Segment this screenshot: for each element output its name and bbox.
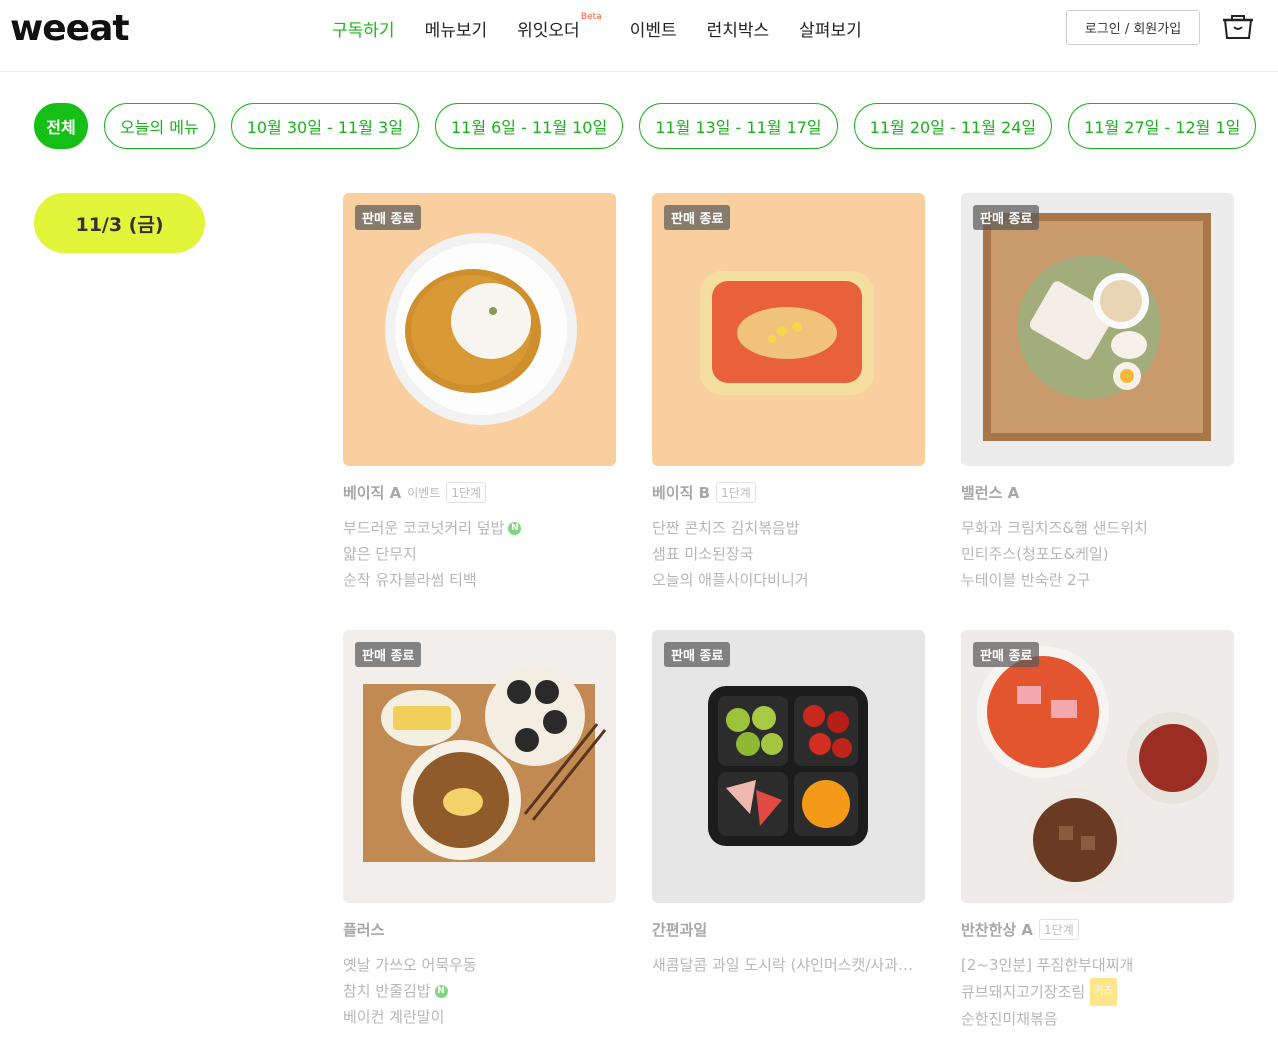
card-tag-level: 1단계 bbox=[1039, 918, 1079, 940]
menu-item: 새콤달콤 과일 도시락 (샤인머스캣/사과… bbox=[652, 956, 914, 974]
sandwich-tray-illustration bbox=[983, 213, 1211, 441]
menu-card[interactable]: 판매 종료 반찬한상 A 1단계 [2~3인분] 푸짐한부대찌개 큐브돼지고기장… bbox=[961, 630, 1234, 1032]
sold-out-badge: 판매 종료 bbox=[664, 205, 731, 230]
beta-badge: Beta bbox=[580, 12, 602, 22]
card-category: 간편과일 bbox=[652, 920, 708, 939]
kids-badge: 키즈 bbox=[1090, 978, 1117, 1006]
menu-item: 누테이블 반숙란 2구 bbox=[961, 571, 1091, 589]
card-category: 플러스 bbox=[343, 920, 385, 939]
filter-week[interactable]: 11월 6일 - 11월 10일 bbox=[434, 103, 624, 149]
menu-item: 부드러운 코코넛커리 덮밥 N bbox=[343, 515, 616, 541]
menu-item: 오늘의 애플사이다비니거 bbox=[652, 571, 809, 589]
filter-week[interactable]: 10월 30일 - 11월 3일 bbox=[230, 103, 419, 149]
sold-out-badge: 판매 종료 bbox=[973, 205, 1040, 230]
food-image: 판매 종료 bbox=[961, 193, 1234, 466]
menu-card[interactable]: 판매 종료 베이직 A 이벤트 1단계 부드러운 코코넛커리 덮밥 N 얇은 단무… bbox=[343, 193, 616, 593]
nav-explore[interactable]: 살펴보기 bbox=[799, 16, 862, 41]
nav-menu[interactable]: 메뉴보기 bbox=[425, 16, 488, 41]
fruit-box-illustration bbox=[708, 686, 868, 846]
menu-item: [2~3인분] 푸짐한부대찌개 bbox=[961, 956, 1134, 974]
stew-side-dishes-illustration bbox=[977, 646, 1219, 892]
filter-today[interactable]: 오늘의 메뉴 bbox=[104, 103, 215, 149]
food-image: 판매 종료 bbox=[343, 193, 616, 466]
udon-kimbap-illustration bbox=[363, 666, 607, 862]
filter-week[interactable]: 11월 13일 - 11월 17일 bbox=[639, 103, 838, 149]
filter-all[interactable]: 전체 bbox=[34, 103, 88, 149]
menu-item: 옛날 가쓰오 어묵우동 bbox=[343, 956, 477, 974]
menu-item: 순작 유자블라썸 티백 bbox=[343, 571, 477, 589]
menu-card[interactable]: 판매 종료 베이직 B 1단계 단짠 콘치즈 김치볶음밥 샘표 미소된장국 오늘… bbox=[652, 193, 925, 593]
card-category: 밸런스 A bbox=[961, 483, 1020, 502]
menu-item: 샘표 미소된장국 bbox=[652, 545, 754, 563]
nav-event[interactable]: 이벤트 bbox=[630, 16, 677, 41]
menu-item: 참치 반줄김밥 N bbox=[343, 978, 616, 1004]
menu-item: 단짠 콘치즈 김치볶음밥 bbox=[652, 519, 800, 537]
food-image: 판매 종료 bbox=[652, 630, 925, 903]
date-pill: 11/3 (금) bbox=[34, 193, 205, 253]
card-category: 베이직 A bbox=[343, 483, 402, 502]
lunchbox-cart-icon[interactable] bbox=[1222, 14, 1254, 40]
sold-out-badge: 판매 종료 bbox=[355, 205, 422, 230]
menu-card[interactable]: 판매 종료 간편과일 새콤달콤 과일 도시락 (샤인머스캣/사과… bbox=[652, 630, 925, 978]
menu-card[interactable]: 판매 종료 플러스 옛날 가쓰오 어묵우동 참치 반줄김밥 N 베이컨 계란말이 bbox=[343, 630, 616, 1030]
menu-item: 베이컨 계란말이 bbox=[343, 1008, 445, 1026]
sold-out-badge: 판매 종료 bbox=[355, 642, 422, 667]
filter-week[interactable]: 11월 27일 - 12월 1일 bbox=[1068, 103, 1257, 149]
week-filter-bar: 전체 오늘의 메뉴 10월 30일 - 11월 3일 11월 6일 - 11월 … bbox=[34, 103, 1272, 149]
nav-subscribe[interactable]: 구독하기 bbox=[332, 16, 395, 41]
login-signup-button[interactable]: 로그인 / 회원가입 bbox=[1066, 10, 1200, 45]
new-icon: N bbox=[434, 984, 448, 998]
menu-item: 순한진미채볶음 bbox=[961, 1010, 1058, 1028]
menu-card[interactable]: 판매 종료 밸런스 A 무화과 크림치즈&햄 샌드위치 민티주스(청포도&케일)… bbox=[961, 193, 1234, 593]
menu-item: 큐브돼지고기장조림 키즈 bbox=[961, 978, 1234, 1006]
card-category: 베이직 B bbox=[652, 483, 711, 502]
card-tag-level: 1단계 bbox=[716, 481, 756, 503]
new-icon: N bbox=[508, 521, 522, 535]
food-image: 판매 종료 bbox=[961, 630, 1234, 903]
nav-weeat-order[interactable]: 위잇오더 Beta bbox=[517, 12, 602, 41]
menu-item: 무화과 크림치즈&햄 샌드위치 bbox=[961, 519, 1148, 537]
menu-item-text: 부드러운 코코넛커리 덮밥 bbox=[343, 519, 505, 537]
menu-item: 민티주스(청포도&케일) bbox=[961, 545, 1109, 563]
top-header: weeat 구독하기 메뉴보기 위잇오더 Beta 이벤트 런치박스 살펴보기 로… bbox=[0, 0, 1278, 72]
card-tag-level: 1단계 bbox=[446, 481, 487, 503]
nav-lunchbox[interactable]: 런치박스 bbox=[707, 16, 770, 41]
card-tag: 이벤트 bbox=[407, 485, 441, 500]
menu-item-text: 참치 반줄김밥 bbox=[343, 982, 431, 1000]
curry-plate-illustration bbox=[385, 233, 577, 425]
menu-item-text: 큐브돼지고기장조림 bbox=[961, 983, 1086, 1001]
filter-week[interactable]: 11월 20일 - 11월 24일 bbox=[853, 103, 1053, 149]
sold-out-badge: 판매 종료 bbox=[973, 642, 1040, 667]
kimchi-rice-tray-illustration bbox=[700, 271, 874, 395]
main-nav: 구독하기 메뉴보기 위잇오더 Beta 이벤트 런치박스 살펴보기 bbox=[332, 12, 892, 41]
card-category: 반찬한상 A bbox=[961, 920, 1034, 939]
weeat-logo[interactable]: weeat bbox=[10, 8, 130, 49]
menu-item: 얇은 단무지 bbox=[343, 545, 417, 563]
food-image: 판매 종료 bbox=[652, 193, 925, 466]
food-image: 판매 종료 bbox=[343, 630, 616, 903]
nav-weeat-order-label: 위잇오더 bbox=[517, 21, 580, 41]
sold-out-badge: 판매 종료 bbox=[664, 642, 731, 667]
